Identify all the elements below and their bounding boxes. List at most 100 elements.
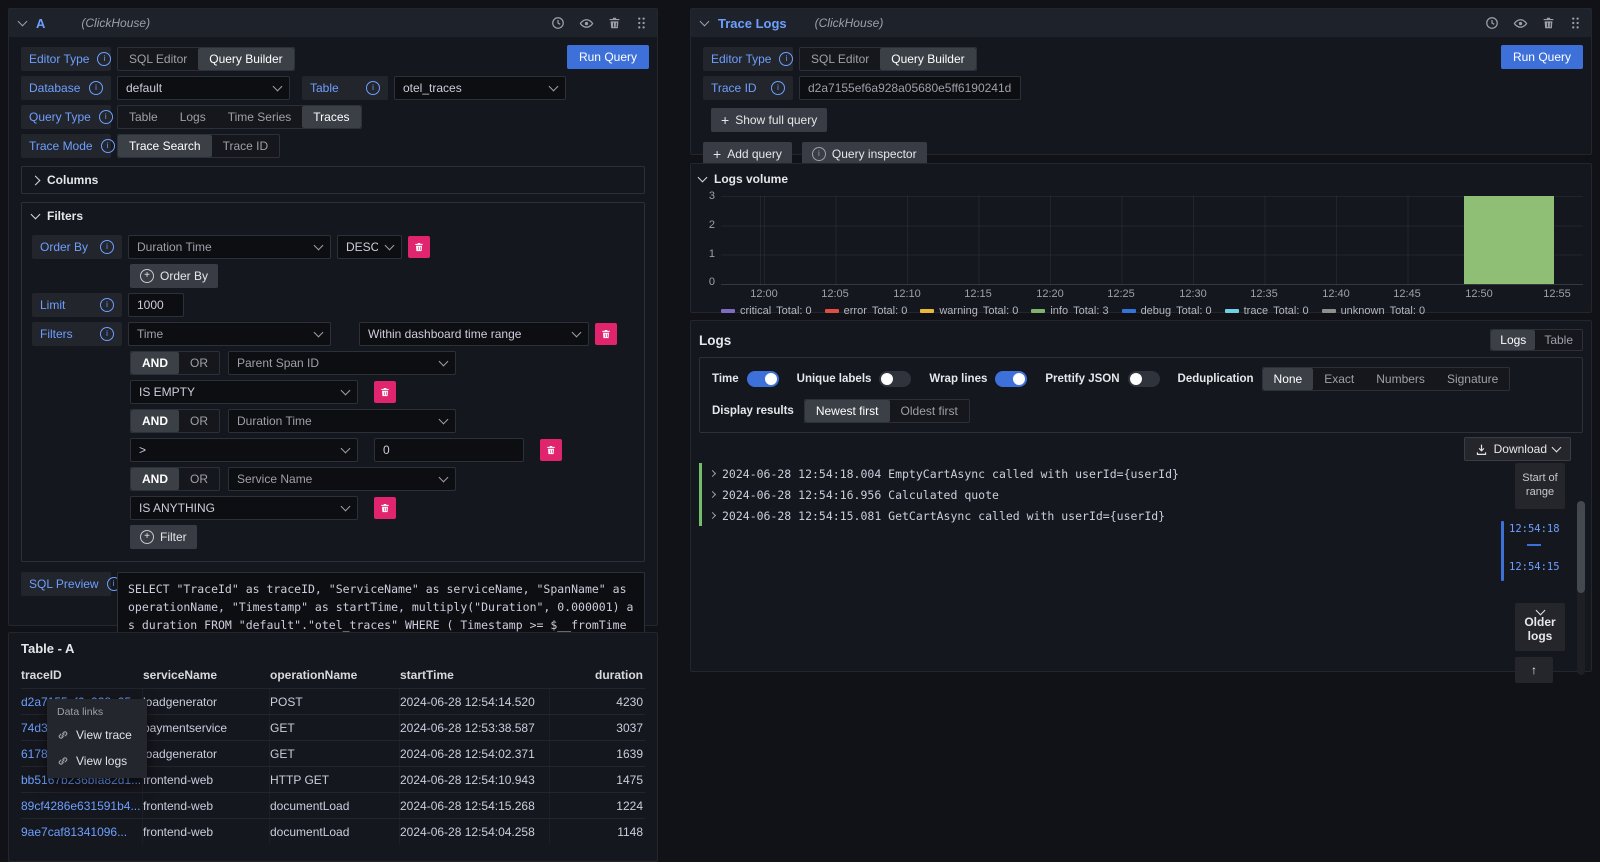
trace-id-link[interactable]: 89cf4286e631591b4... <box>21 793 143 818</box>
info-icon[interactable]: i <box>99 110 113 124</box>
eye-icon[interactable] <box>1513 16 1528 31</box>
add-order-by-button[interactable]: +Order By <box>130 264 218 288</box>
expand-chevron-icon[interactable] <box>709 470 716 477</box>
view-logs-menu-item[interactable]: View logs <box>47 748 147 774</box>
trash-icon[interactable] <box>1542 16 1555 30</box>
drag-handle-icon[interactable] <box>1569 16 1581 30</box>
view-trace-menu-item[interactable]: View trace <box>47 722 147 748</box>
filter-value-select[interactable]: Within dashboard time range <box>359 322 589 346</box>
log-row[interactable]: 2024-06-28 12:54:15.081 GetCartAsync cal… <box>699 505 1473 526</box>
order-oldest-first[interactable]: Oldest first <box>890 400 969 422</box>
option-query-builder[interactable]: Query Builder <box>880 48 975 70</box>
panel-title[interactable]: A <box>36 16 45 31</box>
condition-value-input[interactable] <box>374 438 524 462</box>
option-trace-search[interactable]: Trace Search <box>118 135 212 157</box>
scroll-to-top-button[interactable]: ↑ <box>1515 657 1553 683</box>
collapse-chevron-icon[interactable] <box>18 17 28 27</box>
limit-input[interactable] <box>128 293 184 317</box>
option-query-builder[interactable]: Query Builder <box>198 48 293 70</box>
condition-operator-select[interactable]: > <box>130 438 358 462</box>
legend-label[interactable]: error <box>844 305 867 317</box>
info-icon[interactable]: i <box>100 298 114 312</box>
run-query-button[interactable]: Run Query <box>1501 45 1583 69</box>
prettify-json-toggle[interactable] <box>1128 371 1160 387</box>
expand-chevron-icon[interactable] <box>709 512 716 519</box>
option-logs[interactable]: Logs <box>169 106 217 128</box>
remove-filter-button[interactable] <box>595 323 617 345</box>
option-or[interactable]: OR <box>179 468 219 490</box>
dedup-signature[interactable]: Signature <box>1436 368 1509 390</box>
option-sql-editor[interactable]: SQL Editor <box>800 48 880 70</box>
option-traces[interactable]: Traces <box>302 106 360 128</box>
col-header-traceid[interactable]: traceID <box>21 662 143 688</box>
panel-title[interactable]: Trace Logs <box>718 16 787 31</box>
order-by-direction-select[interactable]: DESC <box>337 235 402 259</box>
add-filter-button[interactable]: +Filter <box>130 525 197 549</box>
info-icon[interactable]: i <box>366 81 380 95</box>
option-or[interactable]: OR <box>179 410 219 432</box>
run-query-button[interactable]: Run Query <box>567 45 649 69</box>
legend-label[interactable]: warning <box>939 305 978 317</box>
eye-icon[interactable] <box>579 16 594 31</box>
show-full-query-button[interactable]: +Show full query <box>711 108 827 132</box>
trace-id-link[interactable]: 9ae7caf81341096... <box>21 819 143 844</box>
view-option-logs[interactable]: Logs <box>1491 330 1535 350</box>
older-logs-button[interactable]: Older logs <box>1515 603 1565 651</box>
remove-order-by-button[interactable] <box>408 236 430 258</box>
download-button[interactable]: Download <box>1464 437 1571 461</box>
columns-section-header[interactable]: Columns <box>22 167 644 193</box>
col-header-operationname[interactable]: operationName <box>270 662 400 688</box>
condition-field-select[interactable]: Service Name <box>228 467 456 491</box>
log-row[interactable]: 2024-06-28 12:54:18.004 EmptyCartAsync c… <box>699 463 1473 484</box>
option-and[interactable]: AND <box>131 352 179 374</box>
condition-operator-select[interactable]: IS ANYTHING <box>130 496 358 520</box>
option-table[interactable]: Table <box>118 106 169 128</box>
database-select[interactable]: default <box>117 76 290 100</box>
info-icon[interactable]: i <box>100 240 114 254</box>
scrollbar-thumb[interactable] <box>1577 501 1585 593</box>
order-newest-first[interactable]: Newest first <box>805 400 890 422</box>
remove-condition-button[interactable] <box>374 381 396 403</box>
dedup-none[interactable]: None <box>1263 368 1314 390</box>
col-header-duration[interactable]: duration <box>550 662 645 688</box>
view-option-table[interactable]: Table <box>1535 330 1582 350</box>
option-trace-id[interactable]: Trace ID <box>212 135 280 157</box>
history-icon[interactable] <box>1485 16 1499 30</box>
table-select[interactable]: otel_traces <box>394 76 566 100</box>
condition-operator-select[interactable]: IS EMPTY <box>130 380 358 404</box>
info-icon[interactable]: i <box>771 81 785 95</box>
legend-label[interactable]: unknown <box>1341 305 1385 317</box>
option-time-series[interactable]: Time Series <box>217 106 303 128</box>
legend-label[interactable]: critical <box>740 305 771 317</box>
legend-label[interactable]: trace <box>1244 305 1268 317</box>
info-icon[interactable]: i <box>101 139 115 153</box>
option-or[interactable]: OR <box>179 352 219 374</box>
condition-field-select[interactable]: Parent Span ID <box>228 351 456 375</box>
log-row[interactable]: 2024-06-28 12:54:16.956 Calculated quote <box>699 484 1473 505</box>
option-sql-editor[interactable]: SQL Editor <box>118 48 198 70</box>
trash-icon[interactable] <box>608 16 621 30</box>
option-and[interactable]: AND <box>131 468 179 490</box>
drag-handle-icon[interactable] <box>635 16 647 30</box>
col-header-starttime[interactable]: startTime <box>400 662 550 688</box>
remove-condition-button[interactable] <box>540 439 562 461</box>
order-by-field-select[interactable]: Duration Time <box>128 235 331 259</box>
info-icon[interactable]: i <box>97 52 111 66</box>
wrap-lines-toggle[interactable] <box>995 371 1027 387</box>
logs-volume-bar-info[interactable] <box>1464 196 1554 284</box>
option-and[interactable]: AND <box>131 410 179 432</box>
logs-volume-header[interactable]: Logs volume <box>699 172 1583 186</box>
expand-chevron-icon[interactable] <box>709 491 716 498</box>
filters-section-header[interactable]: Filters <box>22 203 644 229</box>
info-icon[interactable]: i <box>779 52 793 66</box>
col-header-servicename[interactable]: serviceName <box>143 662 270 688</box>
history-icon[interactable] <box>551 16 565 30</box>
dedup-exact[interactable]: Exact <box>1313 368 1365 390</box>
unique-labels-toggle[interactable] <box>879 371 911 387</box>
legend-label[interactable]: info <box>1050 305 1068 317</box>
dedup-numbers[interactable]: Numbers <box>1365 368 1436 390</box>
trace-id-input[interactable] <box>799 76 1021 100</box>
condition-field-select[interactable]: Duration Time <box>228 409 456 433</box>
remove-condition-button[interactable] <box>374 497 396 519</box>
time-toggle[interactable] <box>747 371 779 387</box>
